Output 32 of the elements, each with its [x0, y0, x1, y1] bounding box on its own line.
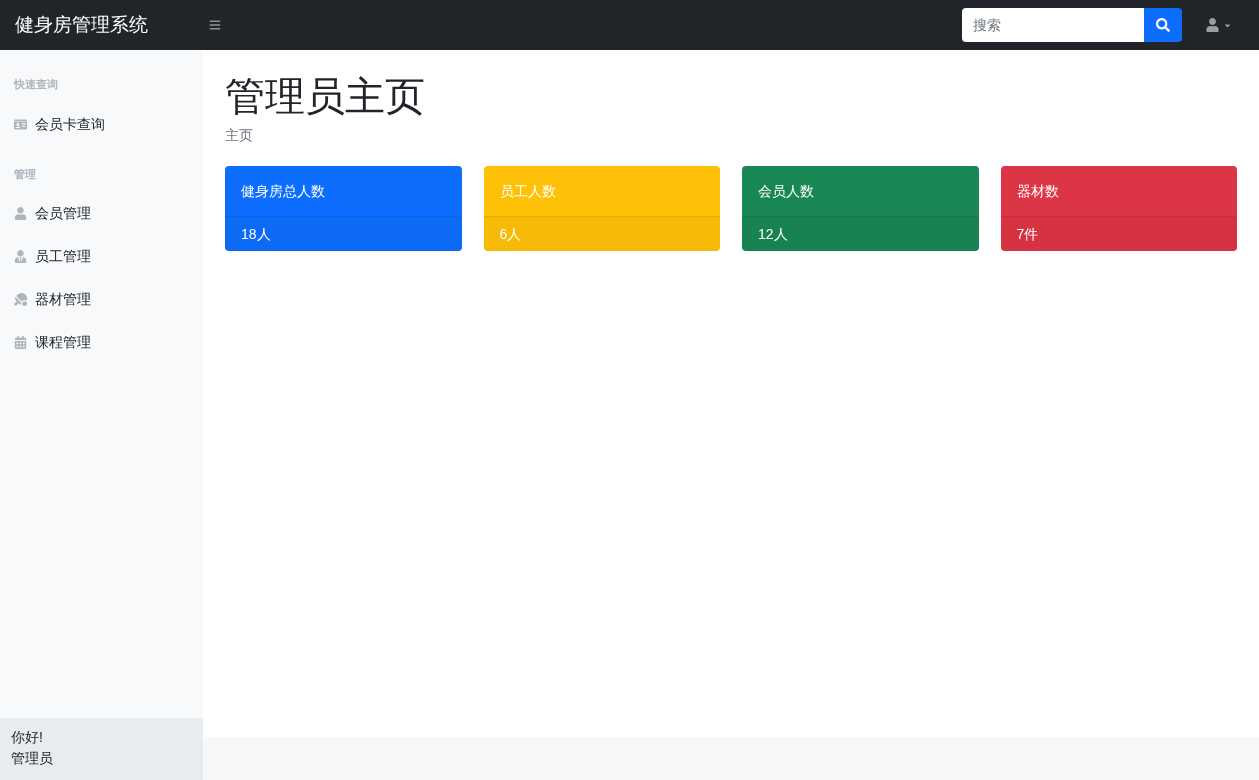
- paddle-icon: [14, 293, 27, 306]
- id-card-icon: [14, 117, 27, 131]
- card-value: 6人: [483, 217, 720, 251]
- card-title: 健身房总人数: [225, 166, 462, 217]
- card-value: 7件: [1000, 217, 1237, 251]
- search-button[interactable]: [1144, 8, 1182, 42]
- sidebar-item[interactable]: 会员卡查询: [0, 102, 203, 146]
- sidebar-item[interactable]: 员工管理: [0, 235, 203, 278]
- page-title: 管理员主页: [225, 73, 426, 120]
- sidebar-heading: 管理: [13, 166, 37, 182]
- sidebar-item[interactable]: 器材管理: [0, 278, 203, 321]
- user-icon: [14, 207, 27, 220]
- calendar-icon: [14, 336, 27, 349]
- sidebar-item[interactable]: 课程管理: [0, 321, 203, 364]
- user-icon: [1206, 18, 1219, 32]
- card-title: 员工人数: [483, 166, 720, 217]
- search-field[interactable]: 搜索: [962, 8, 1144, 42]
- breadcrumb: 主页: [225, 126, 254, 145]
- search-icon: [1156, 18, 1170, 32]
- user-menu-button[interactable]: [1206, 18, 1232, 32]
- menu-toggle-button[interactable]: [209, 19, 221, 31]
- user-role-text: 管理员: [11, 749, 54, 768]
- sidebar-item[interactable]: 会员管理: [0, 192, 203, 235]
- person-tie-icon: [14, 250, 27, 263]
- sidebar-heading: 快速查询: [12, 77, 59, 92]
- menu-icon: [209, 19, 221, 31]
- card-value: 18人: [225, 217, 462, 251]
- brand-title[interactable]: 健身房管理系统: [0, 10, 203, 40]
- greeting-text: 你好!: [11, 728, 44, 747]
- card-title: 器材数: [1000, 166, 1237, 217]
- card-value: 12人: [742, 217, 979, 251]
- card-title: 会员人数: [742, 166, 979, 217]
